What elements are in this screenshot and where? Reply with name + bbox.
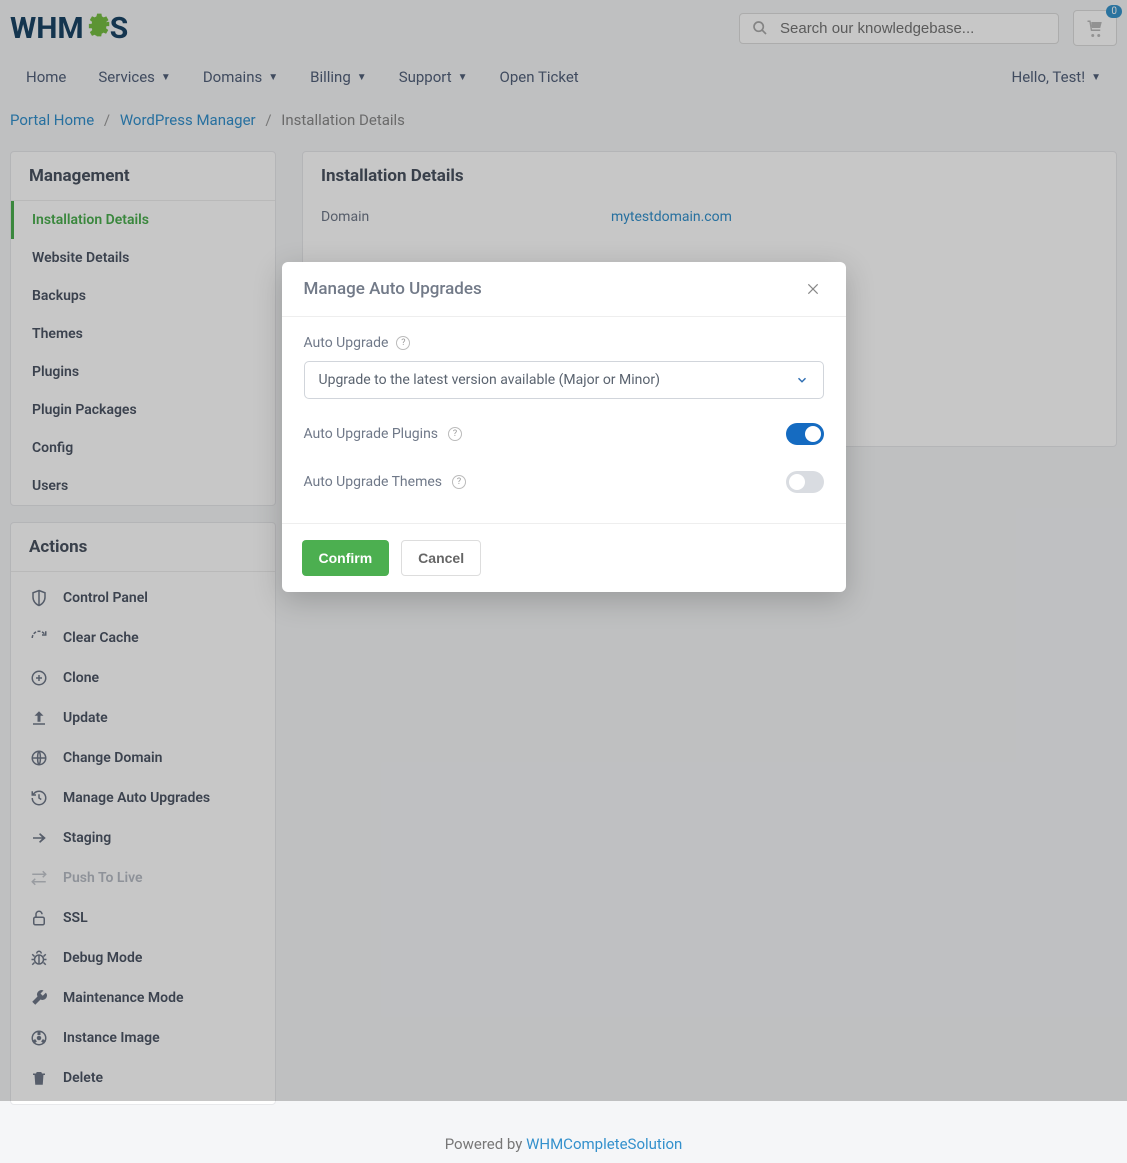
footer: Powered by WHMCompleteSolution <box>0 1115 1127 1163</box>
themes-toggle[interactable] <box>786 471 824 493</box>
help-icon[interactable]: ? <box>396 336 410 350</box>
help-icon[interactable]: ? <box>448 427 462 441</box>
cancel-button[interactable]: Cancel <box>401 540 481 576</box>
confirm-button[interactable]: Confirm <box>302 540 390 576</box>
themes-label: Auto Upgrade Themes <box>304 474 443 490</box>
auto-upgrade-value: Upgrade to the latest version available … <box>319 372 660 388</box>
footer-link[interactable]: WHMCompleteSolution <box>526 1135 682 1153</box>
modal-title: Manage Auto Upgrades <box>304 279 482 299</box>
help-icon[interactable]: ? <box>452 475 466 489</box>
auto-upgrade-select[interactable]: Upgrade to the latest version available … <box>304 361 824 399</box>
auto-upgrade-modal: Manage Auto Upgrades Auto Upgrade ? Upgr… <box>282 262 846 592</box>
auto-upgrade-label: Auto Upgrade <box>304 335 389 351</box>
plugins-toggle[interactable] <box>786 423 824 445</box>
chevron-down-icon <box>795 373 809 387</box>
plugins-label: Auto Upgrade Plugins <box>304 426 439 442</box>
close-icon[interactable] <box>802 278 824 300</box>
